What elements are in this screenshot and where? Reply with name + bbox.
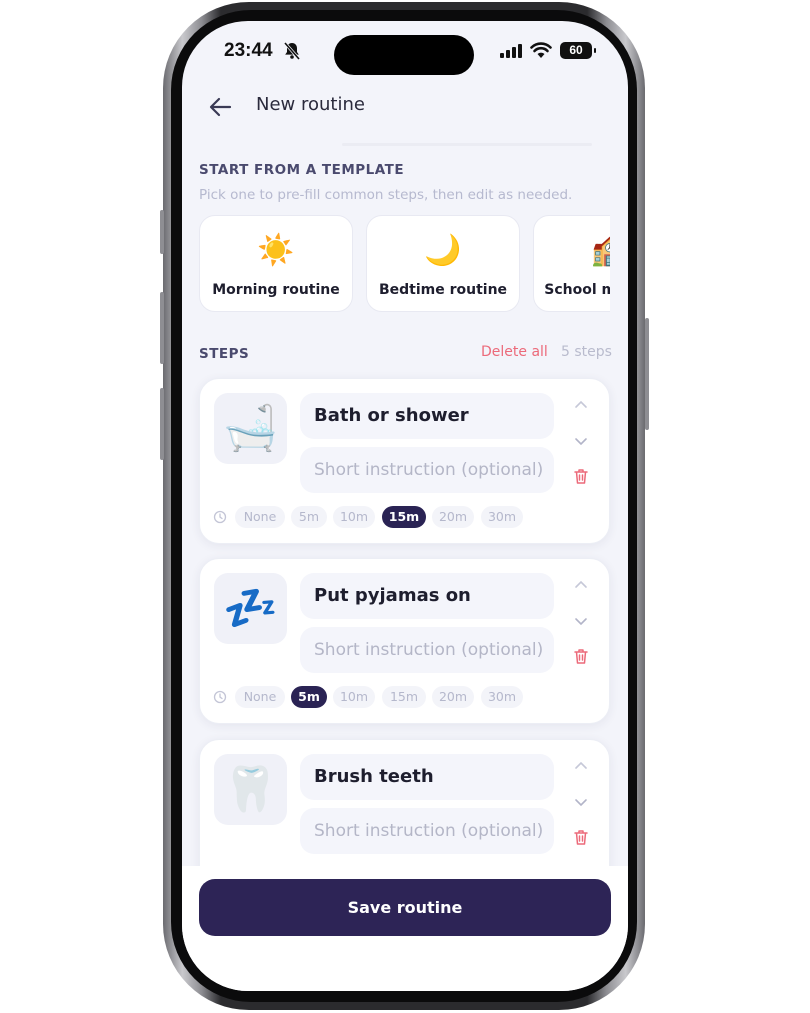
- dynamic-island: [334, 35, 474, 75]
- trash-icon[interactable]: [573, 829, 589, 846]
- step-name-input[interactable]: Put pyjamas on: [300, 573, 554, 619]
- cellular-signal-icon: [500, 44, 522, 58]
- back-arrow-icon[interactable]: [206, 95, 234, 119]
- duration-chip[interactable]: 10m: [333, 506, 375, 528]
- step-instruction-input[interactable]: Short instruction (optional): [300, 808, 554, 854]
- step-instruction-input[interactable]: Short instruction (optional): [300, 627, 554, 673]
- template-label: School mornings: [544, 282, 610, 298]
- step-card[interactable]: 💤 Put pyjamas on Short instruction (option…: [199, 558, 610, 724]
- duration-chip[interactable]: 30m: [481, 686, 523, 708]
- template-label: Bedtime routine: [378, 282, 508, 298]
- duration-chip[interactable]: 15m: [382, 506, 426, 528]
- step-name-input[interactable]: Brush teeth: [300, 754, 554, 800]
- crescent-moon-icon: 🌙: [424, 233, 462, 268]
- trash-icon[interactable]: [573, 648, 589, 665]
- clock-icon: [213, 690, 227, 704]
- duration-chip[interactable]: 5m: [291, 506, 327, 528]
- clock-icon: [213, 510, 227, 524]
- steps-section-label: STEPS: [199, 346, 250, 362]
- template-card-morning[interactable]: ☀️ Morning routine: [199, 215, 353, 312]
- move-up-icon[interactable]: [574, 580, 588, 589]
- header-divider: [342, 143, 592, 146]
- duration-chip[interactable]: 20m: [432, 686, 474, 708]
- bell-muted-icon: [283, 42, 301, 60]
- school-icon: 🏫: [591, 233, 610, 268]
- templates-section-label: START FROM A TEMPLATE: [199, 162, 405, 178]
- template-carousel[interactable]: ☀️ Morning routine 🌙 Bedtime routine 🏫 S…: [199, 215, 610, 315]
- duration-chip[interactable]: 10m: [333, 686, 375, 708]
- duration-chip[interactable]: 30m: [481, 506, 523, 528]
- template-card-bedtime[interactable]: 🌙 Bedtime routine: [366, 215, 520, 312]
- home-indicator: [339, 976, 473, 981]
- move-down-icon[interactable]: [574, 437, 588, 446]
- save-routine-button[interactable]: Save routine: [199, 879, 611, 936]
- template-label: Morning routine: [212, 282, 340, 298]
- delete-all-button[interactable]: Delete all: [481, 344, 548, 360]
- trash-icon[interactable]: [573, 468, 589, 485]
- move-down-icon[interactable]: [574, 617, 588, 626]
- step-instruction-input[interactable]: Short instruction (optional): [300, 447, 554, 493]
- tooth-icon[interactable]: 🦷: [214, 754, 287, 825]
- step-name-input[interactable]: Bath or shower: [300, 393, 554, 439]
- app-screen: 23:44 60 New routine START FROM A TEMPLA…: [182, 21, 628, 991]
- zzz-sleep-icon[interactable]: 💤: [214, 573, 287, 644]
- duration-chip[interactable]: None: [235, 506, 285, 528]
- template-card-school[interactable]: 🏫 School mornings: [533, 215, 610, 312]
- move-down-icon[interactable]: [574, 798, 588, 807]
- duration-chip[interactable]: 5m: [291, 686, 327, 708]
- action-button: [160, 210, 164, 254]
- volume-up-button: [160, 292, 164, 364]
- wifi-icon: [530, 42, 552, 58]
- status-time: 23:44: [224, 40, 273, 61]
- duration-chip[interactable]: None: [235, 686, 285, 708]
- power-button: [645, 318, 649, 430]
- move-up-icon[interactable]: [574, 400, 588, 409]
- templates-subtitle: Pick one to pre-fill common steps, then …: [199, 187, 573, 203]
- volume-down-button: [160, 388, 164, 460]
- step-card[interactable]: 🛁 Bath or shower Short instruction (option…: [199, 378, 610, 544]
- move-up-icon[interactable]: [574, 761, 588, 770]
- battery-indicator: 60: [560, 42, 596, 59]
- page-title: New routine: [256, 94, 365, 115]
- steps-count: 5 steps: [561, 344, 612, 360]
- sun-icon: ☀️: [257, 233, 295, 268]
- duration-chip[interactable]: 15m: [382, 686, 426, 708]
- duration-chip[interactable]: 20m: [432, 506, 474, 528]
- bathtub-icon[interactable]: 🛁: [214, 393, 287, 464]
